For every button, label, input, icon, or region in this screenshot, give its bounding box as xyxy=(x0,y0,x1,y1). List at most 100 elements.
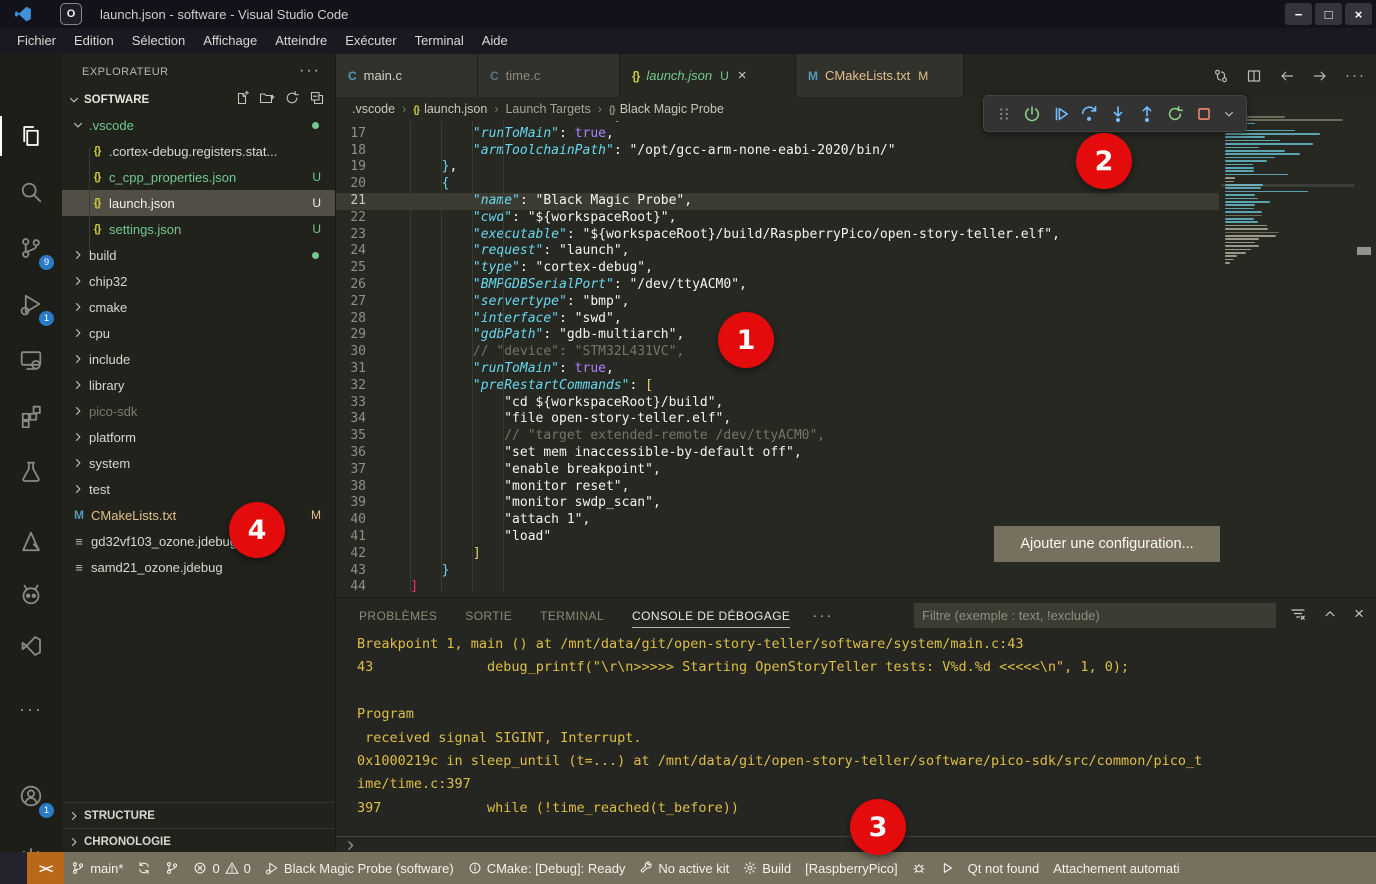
sidebar-more-icon[interactable]: ··· xyxy=(299,62,321,80)
tab-main-c[interactable]: Cmain.c xyxy=(336,54,478,97)
step-over-button[interactable] xyxy=(1080,105,1098,123)
status-item-cmake-debug-ready[interactable]: CMake: [Debug]: Ready xyxy=(461,861,633,876)
step-into-button[interactable] xyxy=(1109,105,1127,123)
new-folder-icon[interactable] xyxy=(259,90,275,106)
arrow-right-icon[interactable] xyxy=(1312,68,1328,84)
continue-button[interactable] xyxy=(1052,105,1070,123)
activity-run-debug[interactable]: 1 xyxy=(0,280,62,328)
tree-item-cmakelists-txt[interactable]: MCMakeLists.txtM xyxy=(62,502,335,528)
activity-more[interactable]: ··· xyxy=(0,685,62,733)
power-button[interactable] xyxy=(1023,105,1041,123)
menu-aide[interactable]: Aide xyxy=(473,28,517,54)
tree-item-cpu[interactable]: cpu xyxy=(62,320,335,346)
activity-search[interactable] xyxy=(0,168,62,216)
close-tab-icon[interactable]: × xyxy=(738,67,747,84)
tree-item-include[interactable]: include xyxy=(62,346,335,372)
filter-clear-icon[interactable] xyxy=(1290,606,1306,622)
remote-indicator[interactable]: >< xyxy=(27,852,64,884)
editor-scrollbar[interactable] xyxy=(1357,247,1371,255)
section-header-structure[interactable]: STRUCTURE xyxy=(62,802,335,829)
activity-visual-studio[interactable] xyxy=(0,622,62,670)
breadcrumb-item[interactable]: .vscode xyxy=(352,102,395,116)
debug-filter-input[interactable] xyxy=(914,603,1276,628)
minimap[interactable] xyxy=(1221,112,1354,597)
tree-item-build[interactable]: build xyxy=(62,242,335,268)
menu-terminal[interactable]: Terminal xyxy=(406,28,473,54)
split-editor-icon[interactable] xyxy=(1246,68,1262,84)
activity-testing[interactable] xyxy=(0,448,62,496)
panel-tab-terminal[interactable]: TERMINAL xyxy=(540,598,604,633)
status-item[interactable] xyxy=(933,861,961,875)
status-item-no-active-kit[interactable]: No active kit xyxy=(632,861,736,876)
activity-accounts[interactable]: 1 xyxy=(0,772,62,820)
activity-source-control[interactable]: 9 xyxy=(0,224,62,272)
tree-item-cmake[interactable]: cmake xyxy=(62,294,335,320)
section-header-chronologie[interactable]: CHRONOLOGIE xyxy=(62,828,335,852)
refresh-icon[interactable] xyxy=(284,90,300,106)
collapse-all-icon[interactable] xyxy=(309,90,325,106)
tab-cmakelists-txt[interactable]: MCMakeLists.txtM xyxy=(796,54,964,97)
status-item-0[interactable]: 00 xyxy=(186,861,257,876)
tree-item-platform[interactable]: platform xyxy=(62,424,335,450)
tree-item--vscode[interactable]: .vscode xyxy=(62,112,335,138)
tree-item-pico-sdk[interactable]: pico-sdk xyxy=(62,398,335,424)
stop-button[interactable] xyxy=(1195,105,1213,123)
tab-launch-json[interactable]: {}launch.jsonU× xyxy=(620,54,796,97)
menu-selection[interactable]: Sélection xyxy=(123,28,194,54)
tree-item-gd32vf103-ozone-jdebug[interactable]: ≡gd32vf103_ozone.jdebug xyxy=(62,528,335,554)
step-out-button[interactable] xyxy=(1138,105,1156,123)
activity-explorer[interactable] xyxy=(0,112,62,160)
tab-time-c[interactable]: Ctime.c xyxy=(478,54,620,97)
maximize-button[interactable]: □ xyxy=(1315,3,1342,25)
panel-tab-console-de-de-bogage[interactable]: CONSOLE DE DÉBOGAGE xyxy=(632,598,790,633)
panel-tab-proble-mes[interactable]: PROBLÈMES xyxy=(359,598,437,633)
close-panel-icon[interactable]: × xyxy=(1354,604,1364,624)
panel-tab-sortie[interactable]: SORTIE xyxy=(465,598,512,633)
tree-item-test[interactable]: test xyxy=(62,476,335,502)
status-item[interactable] xyxy=(130,861,158,875)
breadcrumb-item[interactable]: Launch Targets xyxy=(505,102,590,116)
status-item-black-magic-probe-softwa[interactable]: Black Magic Probe (software) xyxy=(258,861,461,876)
status-item-build[interactable]: Build xyxy=(736,861,798,876)
tab-label: time.c xyxy=(506,68,541,83)
status-item-attachement-automati[interactable]: Attachement automati xyxy=(1046,861,1186,876)
breadcrumb-item[interactable]: launch.json xyxy=(424,102,487,116)
code-text: "monitor swdp_scan", xyxy=(379,495,661,512)
menu-affichage[interactable]: Affichage xyxy=(194,28,266,54)
menu-edition[interactable]: Edition xyxy=(65,28,123,54)
tree-item-library[interactable]: library xyxy=(62,372,335,398)
menu-atteindre[interactable]: Atteindre xyxy=(266,28,336,54)
breadcrumb-item[interactable]: Black Magic Probe xyxy=(620,102,724,116)
more-actions-icon[interactable]: ··· xyxy=(1345,67,1366,84)
menu-executer[interactable]: Exécuter xyxy=(336,28,405,54)
restart-button[interactable] xyxy=(1166,105,1184,123)
activity-cmake[interactable] xyxy=(0,518,62,566)
activity-platformio[interactable] xyxy=(0,570,62,618)
compare-icon[interactable] xyxy=(1213,68,1229,84)
more-chevron[interactable] xyxy=(1223,108,1235,120)
add-configuration-button[interactable]: Ajouter une configuration... xyxy=(994,526,1220,562)
maximize-panel-icon[interactable] xyxy=(1323,607,1337,621)
tree-item-chip32[interactable]: chip32 xyxy=(62,268,335,294)
menu-fichier[interactable]: Fichier xyxy=(8,28,65,54)
tree-item-settings-json[interactable]: {}settings.jsonU xyxy=(62,216,335,242)
status-item-main-[interactable]: main* xyxy=(64,861,130,876)
panel-more-icon[interactable]: ··· xyxy=(812,607,833,624)
arrow-left-icon[interactable] xyxy=(1279,68,1295,84)
activity-remote-explorer[interactable] xyxy=(0,336,62,384)
minimize-button[interactable]: − xyxy=(1285,3,1312,25)
close-button[interactable]: × xyxy=(1345,3,1372,25)
status-item[interactable] xyxy=(158,861,186,875)
tree-item--cortex-debug-registers-stat-[interactable]: {}.cortex-debug.registers.stat... xyxy=(62,138,335,164)
activity-extensions[interactable] xyxy=(0,392,62,440)
bug-icon xyxy=(912,861,926,875)
tree-item-samd21-ozone-jdebug[interactable]: ≡samd21_ozone.jdebug xyxy=(62,554,335,580)
new-file-icon[interactable] xyxy=(234,90,250,106)
status-item[interactable] xyxy=(905,861,933,875)
status-item-qt-not-found[interactable]: Qt not found xyxy=(961,861,1047,876)
tree-item-system[interactable]: system xyxy=(62,450,335,476)
status-item--raspberrypico-[interactable]: [RaspberryPico] xyxy=(798,861,904,876)
tree-item-c-cpp-properties-json[interactable]: {}c_cpp_properties.jsonU xyxy=(62,164,335,190)
code-editor[interactable]: 16 "interface": "swd",17 "runToMain": tr… xyxy=(336,112,1219,597)
tree-item-launch-json[interactable]: {}launch.jsonU xyxy=(62,190,335,216)
